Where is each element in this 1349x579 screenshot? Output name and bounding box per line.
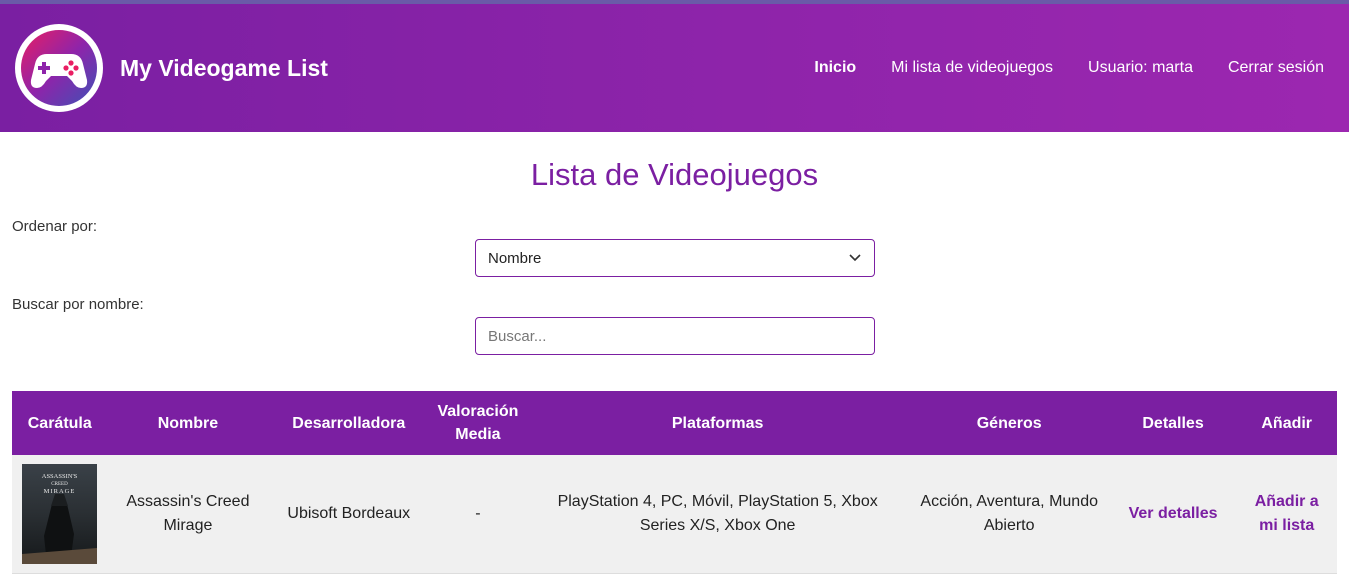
col-anadir: Añadir bbox=[1261, 414, 1313, 432]
col-desarrolladora: Desarrolladora bbox=[292, 414, 406, 432]
search-input[interactable] bbox=[475, 317, 875, 355]
col-caratula: Carátula bbox=[27, 414, 92, 432]
game-cover-image: ASSASSIN'S CREED MIRAGE bbox=[22, 463, 98, 564]
col-generos: Géneros bbox=[976, 414, 1042, 432]
add-cell: Añadir a mi lista bbox=[1236, 455, 1337, 573]
cover-title-text: ASSASSIN'S bbox=[42, 473, 78, 480]
svg-text:MIRAGE: MIRAGE bbox=[44, 488, 76, 495]
table-header-row: Carátula Nombre Desarrolladora Valoració… bbox=[12, 391, 1337, 455]
details-cell: Ver detalles bbox=[1110, 455, 1237, 573]
page-title: Lista de Videojuegos bbox=[530, 157, 819, 192]
add-to-list-link[interactable]: Añadir a mi lista bbox=[1255, 493, 1319, 534]
nav-mi-lista[interactable]: Mi lista de videojuegos bbox=[891, 59, 1053, 77]
table-row: ASSASSIN'S CREED MIRAGE Assassin's Creed… bbox=[12, 455, 1337, 573]
col-plataformas: Plataformas bbox=[671, 414, 764, 432]
sort-select-value: Nombre bbox=[488, 249, 542, 267]
view-details-link[interactable]: Ver detalles bbox=[1129, 505, 1218, 522]
nav-cerrar-sesion[interactable]: Cerrar sesión bbox=[1228, 59, 1324, 77]
sort-label: Ordenar por: bbox=[12, 218, 98, 235]
svg-text:CREED: CREED bbox=[52, 482, 69, 487]
col-nombre: Nombre bbox=[157, 414, 219, 432]
main-nav: Inicio Mi lista de videojuegos Usuario: … bbox=[814, 59, 1324, 77]
game-developer: Ubisoft Bordeaux bbox=[287, 504, 411, 522]
col-detalles: Detalles bbox=[1142, 414, 1204, 432]
col-valoracion: Valoración Media bbox=[437, 403, 519, 443]
sort-select[interactable]: Nombre bbox=[475, 239, 875, 277]
chevron-down-icon bbox=[848, 251, 862, 265]
search-label: Buscar por nombre: bbox=[12, 296, 144, 313]
site-header: My Videogame List Inicio Mi lista de vid… bbox=[0, 4, 1349, 132]
gamepad-icon[interactable] bbox=[15, 24, 103, 112]
nav-usuario[interactable]: Usuario: marta bbox=[1088, 59, 1193, 77]
games-table: Carátula Nombre Desarrolladora Valoració… bbox=[12, 391, 1337, 574]
game-name: Assassin's Creed Mirage bbox=[126, 492, 250, 534]
cover-cell: ASSASSIN'S CREED MIRAGE bbox=[12, 455, 108, 573]
game-platforms: PlayStation 4, PC, Móvil, PlayStation 5,… bbox=[557, 492, 878, 534]
nav-inicio[interactable]: Inicio bbox=[814, 59, 856, 77]
game-genres: Acción, Aventura, Mundo Abierto bbox=[920, 492, 1098, 534]
brand-title[interactable]: My Videogame List bbox=[120, 55, 328, 82]
game-rating: - bbox=[475, 504, 481, 522]
